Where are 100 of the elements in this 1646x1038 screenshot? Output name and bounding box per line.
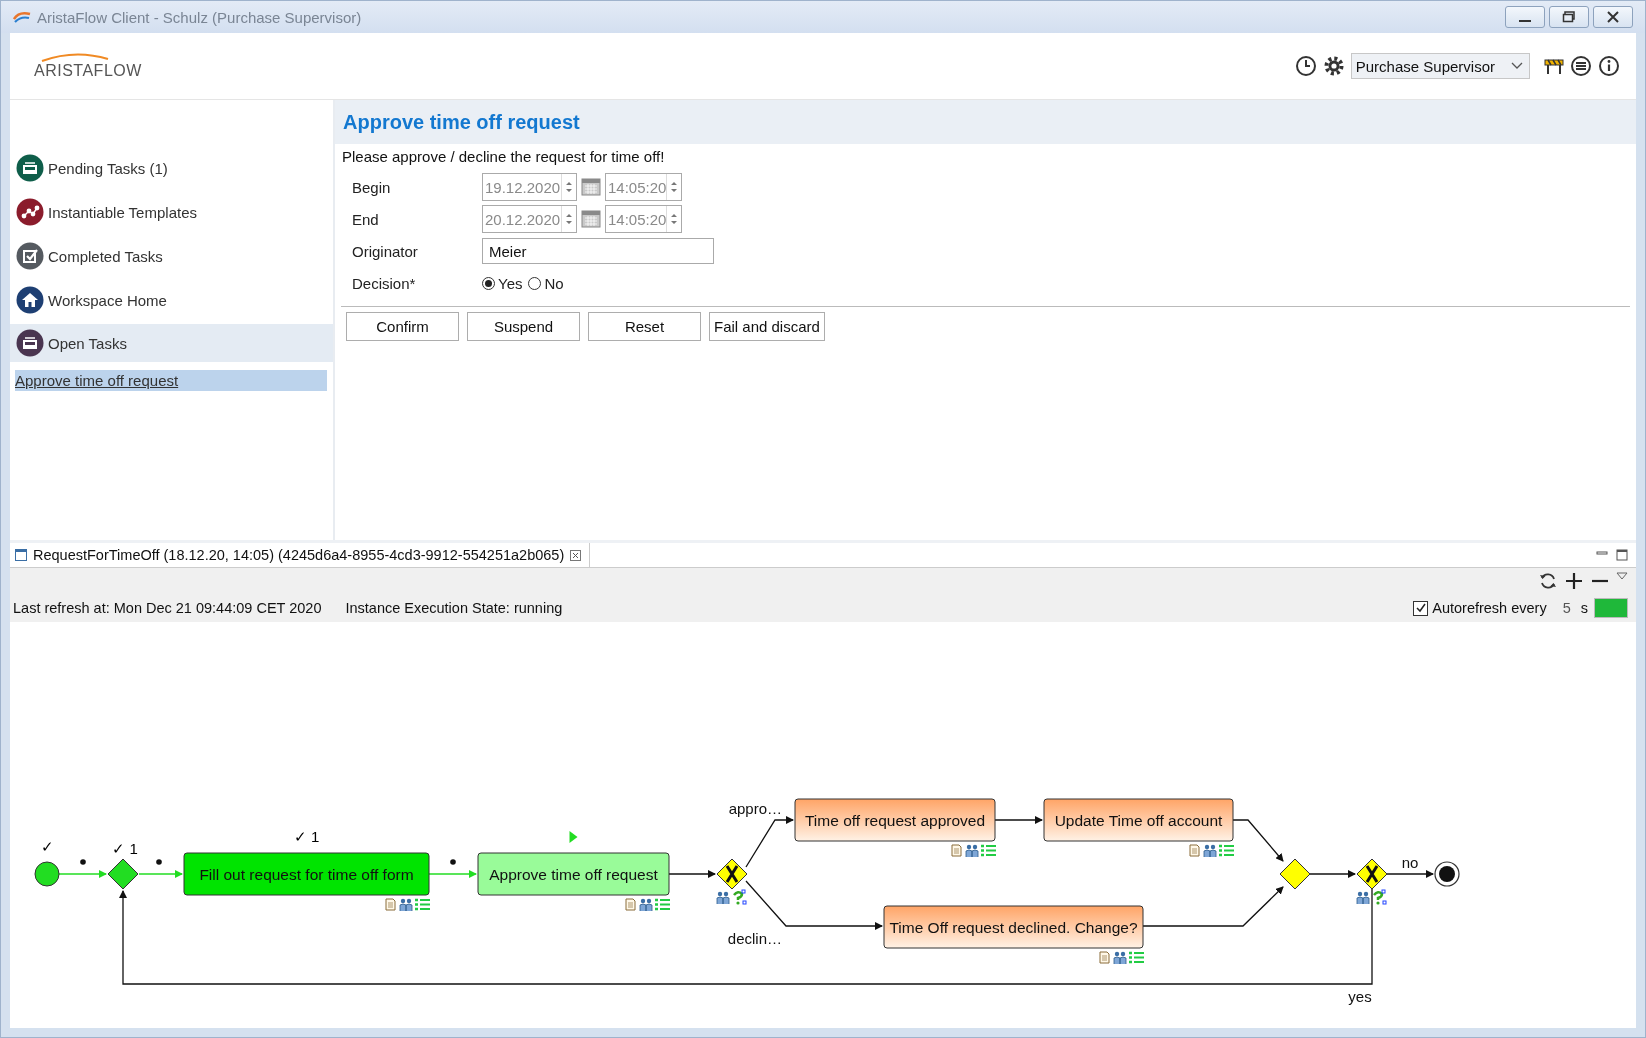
- interval-field[interactable]: 5: [1552, 600, 1575, 616]
- people-icon[interactable]: [1203, 844, 1217, 858]
- sidebar-item[interactable]: Workspace Home: [10, 278, 333, 322]
- form-button[interactable]: Fail and discard: [709, 312, 825, 341]
- open-task-link[interactable]: Approve time off request: [15, 370, 327, 391]
- document-icon[interactable]: [1099, 951, 1110, 964]
- document-icon[interactable]: [1189, 844, 1200, 857]
- flow-arrow: [1386, 870, 1434, 878]
- minimize-button[interactable]: [1505, 6, 1545, 28]
- flow-arrow: [1232, 819, 1284, 862]
- completion-mark: ✓: [40, 838, 54, 855]
- sidebar-item[interactable]: Instantiable Templates: [10, 190, 333, 234]
- radio-option[interactable]: No: [528, 274, 564, 292]
- token-dot-icon: [80, 859, 86, 865]
- app-logo-icon: [13, 10, 31, 24]
- completion-mark: ✓ 1: [293, 828, 320, 845]
- instance-tab[interactable]: RequestForTimeOff (18.12.20, 14:05) (4245d6a4-8955-4cd3-9912-554251a2b065): [10, 543, 591, 567]
- field-label: End: [352, 210, 380, 228]
- logo-swoosh-icon: [40, 52, 110, 62]
- task-node[interactable]: Approve time off request: [477, 852, 670, 896]
- task-node[interactable]: Time Off request declined. Change?: [883, 905, 1144, 949]
- inbox-icon: [16, 154, 44, 182]
- people-icon[interactable]: [1113, 951, 1127, 965]
- task-node[interactable]: Fill out request for time off form: [183, 852, 430, 896]
- minimize-icon: [1519, 20, 1531, 22]
- people-icon[interactable]: [965, 844, 979, 858]
- clock-icon[interactable]: [1294, 55, 1317, 77]
- task-node[interactable]: Time off request approved: [794, 798, 996, 842]
- info-icon[interactable]: [1598, 55, 1620, 77]
- close-button[interactable]: [1593, 6, 1633, 28]
- edge-label: yes: [1348, 988, 1372, 1005]
- sidebar-item[interactable]: Pending Tasks (1): [10, 146, 333, 190]
- form-button[interactable]: Confirm: [346, 312, 459, 341]
- form-button[interactable]: Suspend: [467, 312, 580, 341]
- people-icon[interactable]: [716, 891, 730, 905]
- checkmark-icon: [1414, 602, 1427, 614]
- flow-arrow: [138, 870, 183, 878]
- form-instruction: Please approve / decline the request for time off!: [341, 147, 666, 165]
- checkbox-icon: [16, 242, 44, 270]
- field-label: Begin: [352, 178, 392, 196]
- gateway[interactable]: [1356, 858, 1388, 890]
- last-refresh-text: Last refresh at: Mon Dec 21 09:44:09 CET 2020: [13, 600, 322, 616]
- radio-option[interactable]: Yes: [482, 274, 523, 292]
- edge-label: declin…: [727, 930, 782, 947]
- people-icon[interactable]: [399, 898, 413, 912]
- originator-field[interactable]: Meier: [482, 238, 714, 264]
- inbox-icon: [16, 329, 44, 357]
- gateway[interactable]: [716, 858, 748, 890]
- execution-state-text: Instance Execution State: running: [345, 600, 563, 616]
- flow-arrow: [1309, 870, 1356, 878]
- activated-marker-icon: [569, 831, 578, 843]
- nodes-icon: [16, 198, 44, 226]
- calendar-icon[interactable]: [581, 177, 601, 197]
- refresh-icon[interactable]: [1538, 571, 1558, 591]
- maximize-button[interactable]: [1549, 6, 1589, 28]
- logo: ARISTAFLOW: [34, 62, 142, 80]
- edge-label: appro…: [728, 800, 782, 817]
- refresh-indicator: [1594, 598, 1628, 618]
- flow-arrow: [994, 816, 1043, 824]
- home-icon: [16, 286, 44, 314]
- flow-arrow: [428, 870, 477, 878]
- maximize-view-icon[interactable]: [1616, 549, 1628, 561]
- close-icon: [1606, 11, 1620, 23]
- settings-icon[interactable]: [1322, 55, 1345, 77]
- people-icon[interactable]: [1356, 891, 1370, 905]
- document-icon[interactable]: [385, 898, 396, 911]
- form-title: Approve time off request: [335, 100, 1636, 144]
- sidebar-item[interactable]: Open Tasks: [10, 324, 333, 362]
- zoom-in-icon[interactable]: [1564, 571, 1584, 591]
- people-icon[interactable]: [639, 898, 653, 912]
- completion-mark: ✓ 1: [112, 840, 138, 857]
- task-node[interactable]: Update Time off account: [1043, 798, 1234, 842]
- token-dot-icon: [156, 859, 162, 865]
- question-icon[interactable]: [733, 889, 747, 905]
- flow-arrow: [668, 870, 716, 878]
- field-label: Decision*: [352, 274, 417, 292]
- list-icon[interactable]: [1570, 55, 1592, 77]
- edge-label: no: [1401, 854, 1419, 871]
- window-icon: [15, 549, 27, 561]
- window-title: AristaFlow Client - Schulz (Purchase Supervisor): [37, 8, 362, 26]
- barrier-icon[interactable]: [1544, 57, 1564, 75]
- autorefresh-checkbox[interactable]: Autorefresh every: [1413, 600, 1547, 616]
- gateway[interactable]: [1279, 858, 1311, 890]
- unit-label: s: [1580, 600, 1588, 616]
- calendar-icon[interactable]: [581, 209, 601, 229]
- form-button[interactable]: Reset: [588, 312, 701, 341]
- document-icon[interactable]: [951, 844, 962, 857]
- view-menu-icon[interactable]: [1616, 572, 1628, 580]
- flow-arrow: [745, 816, 794, 868]
- sidebar-item[interactable]: Completed Tasks: [10, 234, 333, 278]
- token-dot-icon: [450, 859, 456, 865]
- flow-arrow: [58, 870, 107, 878]
- close-tab-icon[interactable]: [570, 549, 582, 561]
- gateway[interactable]: [107, 858, 139, 890]
- maximize-icon: [1562, 11, 1576, 23]
- document-icon[interactable]: [625, 898, 636, 911]
- caret-icon: [1511, 62, 1523, 70]
- field-label: Originator: [352, 242, 419, 260]
- role-dropdown[interactable]: Purchase Supervisor: [1350, 53, 1530, 79]
- question-icon[interactable]: [1373, 889, 1387, 905]
